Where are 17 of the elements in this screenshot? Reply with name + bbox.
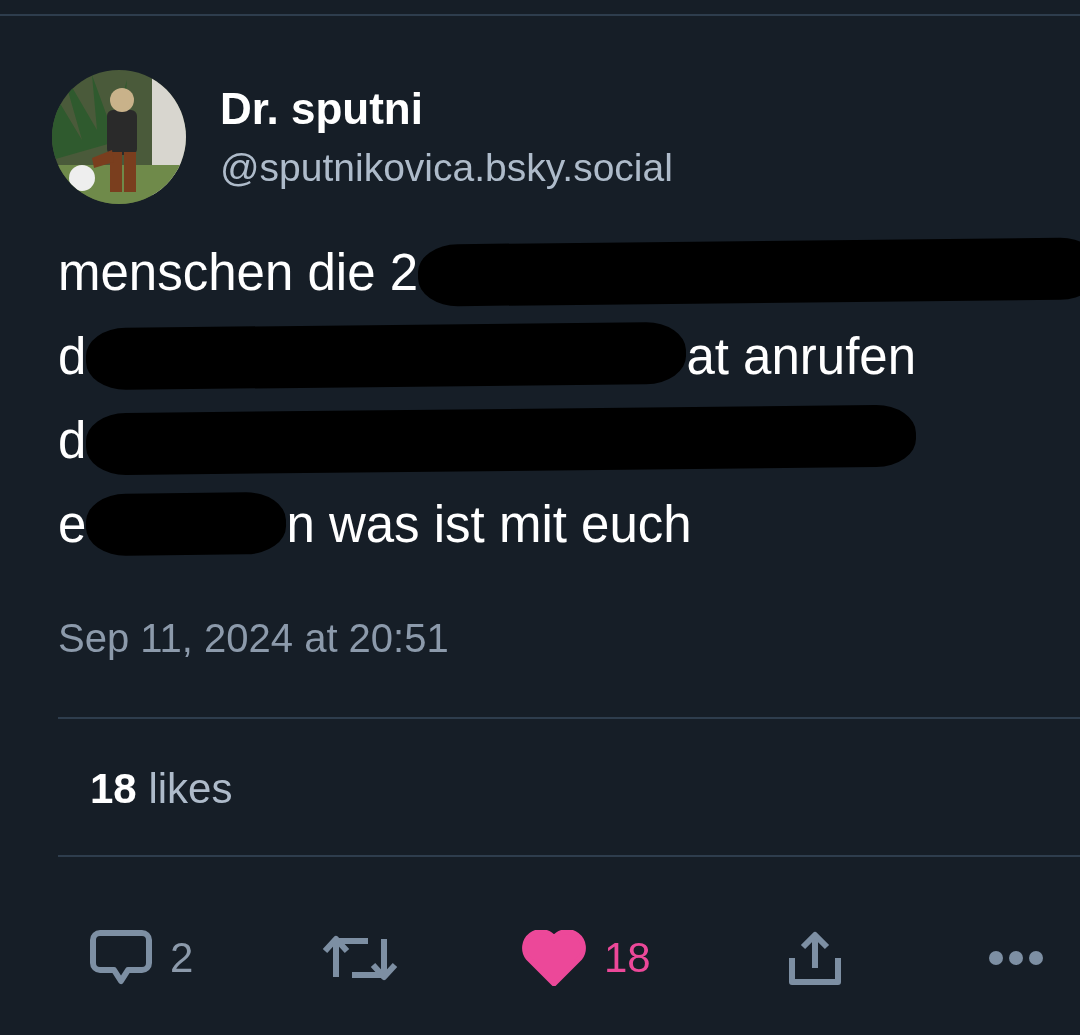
post-text: d <box>58 326 87 386</box>
post-text: n was ist mit euch <box>286 494 692 554</box>
reply-count: 2 <box>170 934 194 982</box>
author-handle[interactable]: @sputnikovica.bsky.social <box>220 146 673 190</box>
more-icon[interactable] <box>988 950 1044 966</box>
likes-count[interactable]: 18 likes <box>0 719 1080 855</box>
repost-icon[interactable] <box>322 933 398 983</box>
share-icon[interactable] <box>788 930 842 986</box>
author-name[interactable]: Dr. sputni <box>220 84 673 134</box>
post-timestamp: Sep 11, 2024 at 20:51 <box>57 615 450 661</box>
post-text: menschen die 2 <box>58 242 419 302</box>
post-text: d <box>58 410 87 470</box>
heart-icon[interactable] <box>522 930 586 986</box>
comment-icon[interactable] <box>90 929 152 987</box>
post-text: at anrufen <box>686 326 917 386</box>
post-text: e <box>58 494 87 554</box>
like-count: 18 <box>604 934 651 982</box>
